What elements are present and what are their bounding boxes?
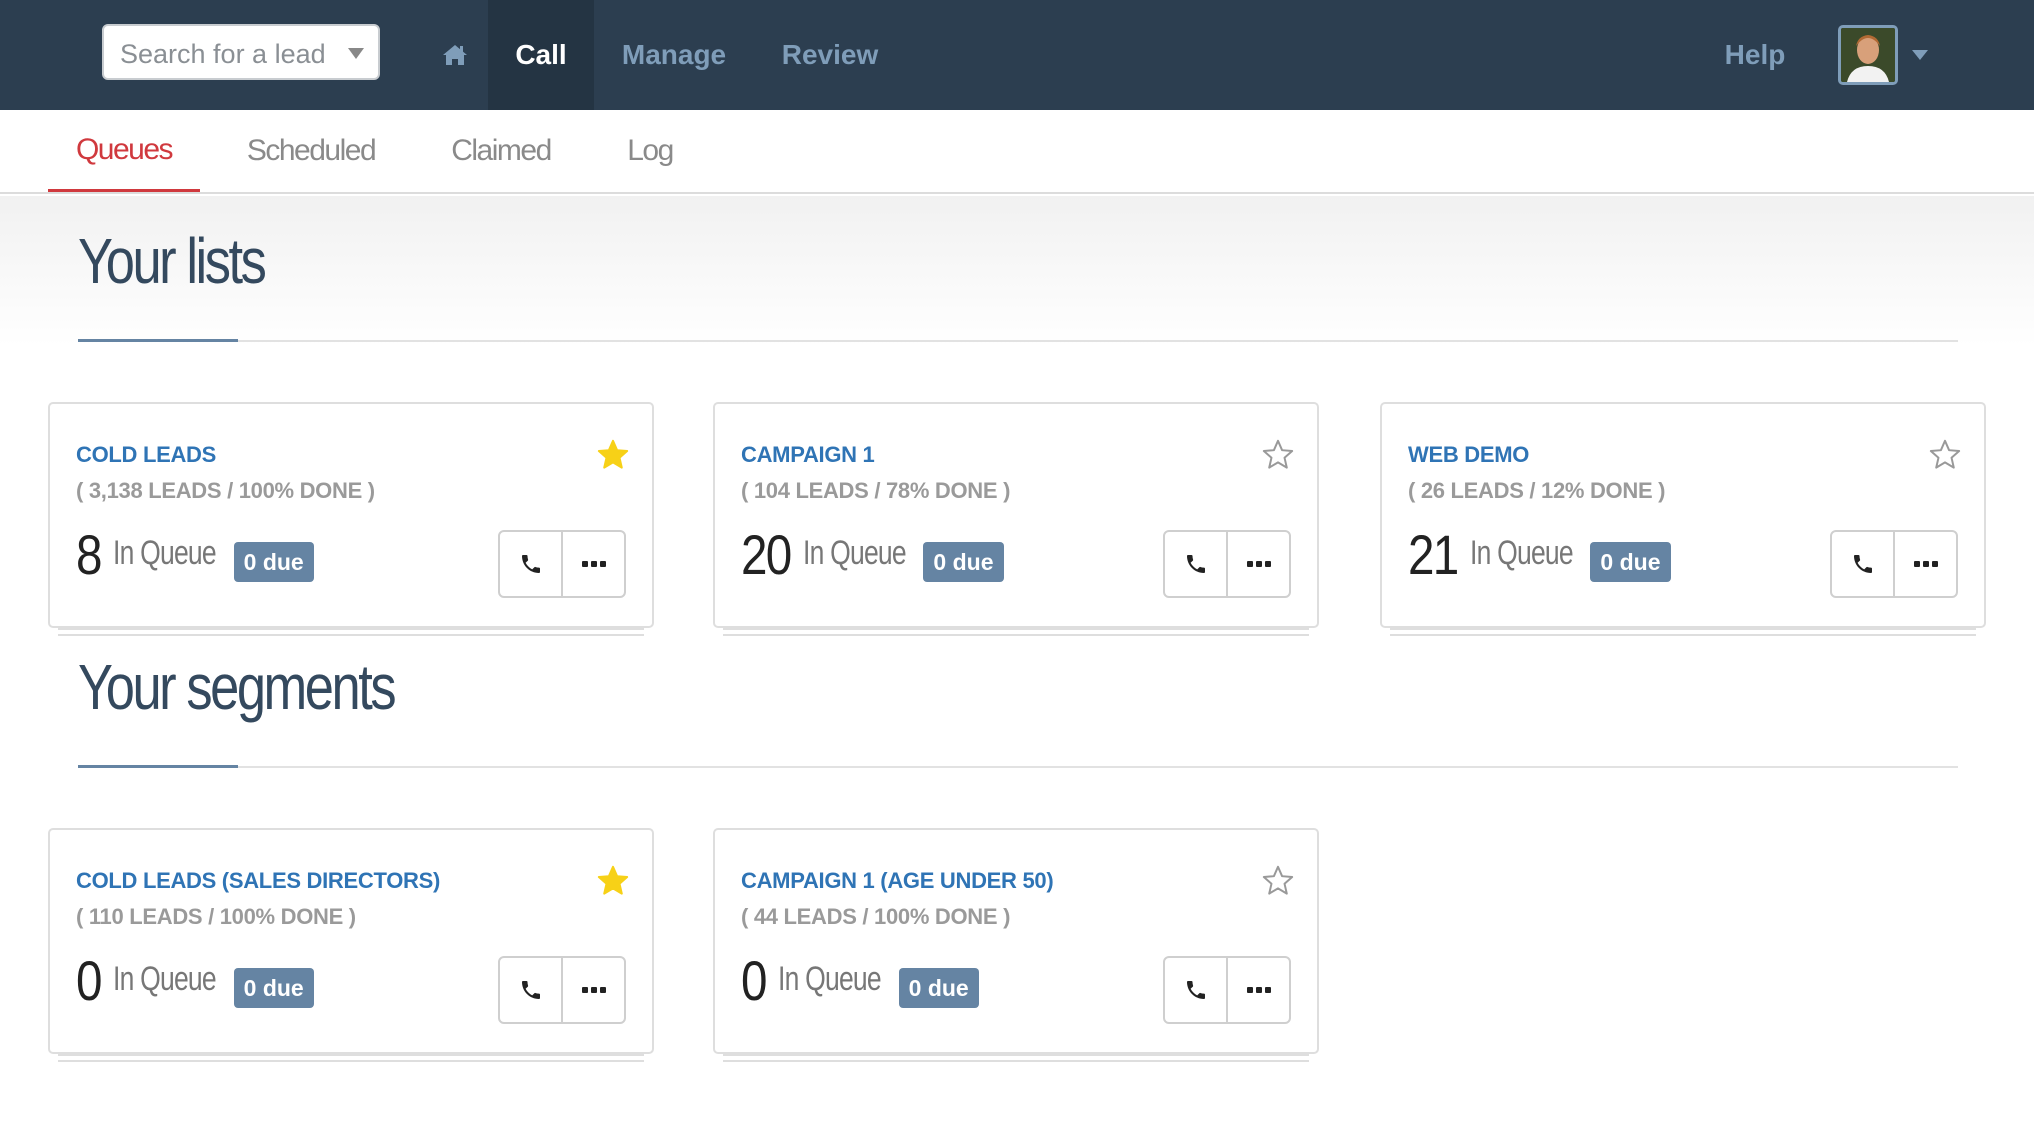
search-dropdown-caret-icon[interactable] (348, 48, 364, 59)
avatar-photo-icon (1841, 28, 1895, 82)
queue-count: 0 (76, 949, 102, 1012)
queue-count: 0 (741, 949, 767, 1012)
due-badge: 0 due (1590, 542, 1671, 582)
phone-icon (1186, 981, 1205, 999)
segments-heading: Your segments (78, 651, 397, 723)
phone-icon (521, 981, 540, 999)
card-stats: ( 110 LEADS / 100% DONE ) (76, 904, 356, 929)
call-button[interactable] (500, 532, 561, 596)
divider-accent (78, 339, 238, 342)
tab-queues[interactable]: Queues (48, 110, 200, 192)
more-options-button[interactable] (561, 958, 624, 1022)
ellipsis-icon (1246, 561, 1271, 567)
tab-log[interactable]: Log (610, 110, 690, 192)
queue-card: COLD LEADS (SALES DIRECTORS) ( 110 LEADS… (48, 828, 654, 1062)
user-avatar[interactable] (1838, 25, 1898, 85)
queue-label: In Queue (112, 960, 217, 998)
content-background (0, 196, 2034, 346)
ellipsis-icon (581, 561, 606, 567)
queue-count: 8 (76, 523, 102, 586)
more-options-button[interactable] (1226, 532, 1289, 596)
card-title[interactable]: CAMPAIGN 1 (741, 442, 875, 468)
queue-card: WEB DEMO ( 26 LEADS / 12% DONE ) 21 In Q… (1380, 402, 1986, 636)
tab-claimed[interactable]: Claimed (436, 110, 566, 192)
card-title[interactable]: COLD LEADS (SALES DIRECTORS) (76, 868, 440, 894)
divider-accent (78, 765, 238, 768)
search-placeholder: Search for a lead (120, 39, 326, 69)
queue-count: 21 (1408, 523, 1459, 586)
card-actions (1163, 530, 1291, 598)
nav-call[interactable]: Call (488, 0, 594, 110)
queue-label: In Queue (1469, 534, 1574, 572)
due-badge: 0 due (898, 968, 979, 1008)
nav-home[interactable] (420, 0, 490, 110)
ellipsis-icon (1913, 561, 1938, 567)
star-outline-icon[interactable] (1261, 438, 1295, 472)
nav-help[interactable]: Help (1710, 0, 1800, 110)
card-actions (1163, 956, 1291, 1024)
card-title[interactable]: CAMPAIGN 1 (AGE UNDER 50) (741, 868, 1054, 894)
queue-card: COLD LEADS ( 3,138 LEADS / 100% DONE ) 8… (48, 402, 654, 636)
call-button[interactable] (1165, 532, 1226, 596)
due-badge: 0 due (233, 968, 314, 1008)
call-button[interactable] (500, 958, 561, 1022)
more-options-button[interactable] (561, 532, 624, 596)
queue-card: CAMPAIGN 1 ( 104 LEADS / 78% DONE ) 20 I… (713, 402, 1319, 636)
card-stats: ( 104 LEADS / 78% DONE ) (741, 478, 1011, 503)
card-actions (498, 530, 626, 598)
star-outline-icon[interactable] (1928, 438, 1962, 472)
phone-icon (521, 555, 540, 573)
lists-divider (78, 339, 1958, 342)
card-stats: ( 3,138 LEADS / 100% DONE ) (76, 478, 375, 503)
more-options-button[interactable] (1226, 958, 1289, 1022)
top-navbar: Search for a lead Call Manage Review Hel… (0, 0, 2034, 110)
ellipsis-icon (581, 987, 606, 993)
card-title[interactable]: WEB DEMO (1408, 442, 1529, 468)
lists-heading: Your lists (78, 225, 267, 297)
ellipsis-icon (1246, 987, 1271, 993)
card-stats: ( 44 LEADS / 100% DONE ) (741, 904, 1011, 929)
lead-search-input[interactable]: Search for a lead (102, 24, 380, 80)
card-actions (498, 956, 626, 1024)
phone-icon (1853, 555, 1872, 573)
user-menu-caret-icon[interactable] (1912, 50, 1928, 60)
star-filled-icon[interactable] (596, 864, 630, 898)
segments-divider (78, 765, 1958, 768)
tab-scheduled[interactable]: Scheduled (236, 110, 386, 192)
call-button[interactable] (1165, 958, 1226, 1022)
queue-count: 20 (741, 523, 792, 586)
nav-manage[interactable]: Manage (614, 0, 734, 110)
due-badge: 0 due (233, 542, 314, 582)
card-actions (1830, 530, 1958, 598)
subtabs: Queues Scheduled Claimed Log (0, 110, 2034, 194)
queue-card: CAMPAIGN 1 (AGE UNDER 50) ( 44 LEADS / 1… (713, 828, 1319, 1062)
due-badge: 0 due (923, 542, 1004, 582)
nav-review[interactable]: Review (770, 0, 890, 110)
star-filled-icon[interactable] (596, 438, 630, 472)
phone-icon (1186, 555, 1205, 573)
queue-label: In Queue (777, 960, 882, 998)
card-stats: ( 26 LEADS / 12% DONE ) (1408, 478, 1666, 503)
queue-label: In Queue (802, 534, 907, 572)
more-options-button[interactable] (1893, 532, 1956, 596)
call-button[interactable] (1832, 532, 1893, 596)
queue-label: In Queue (112, 534, 217, 572)
star-outline-icon[interactable] (1261, 864, 1295, 898)
card-title[interactable]: COLD LEADS (76, 442, 216, 468)
home-icon (443, 45, 467, 65)
